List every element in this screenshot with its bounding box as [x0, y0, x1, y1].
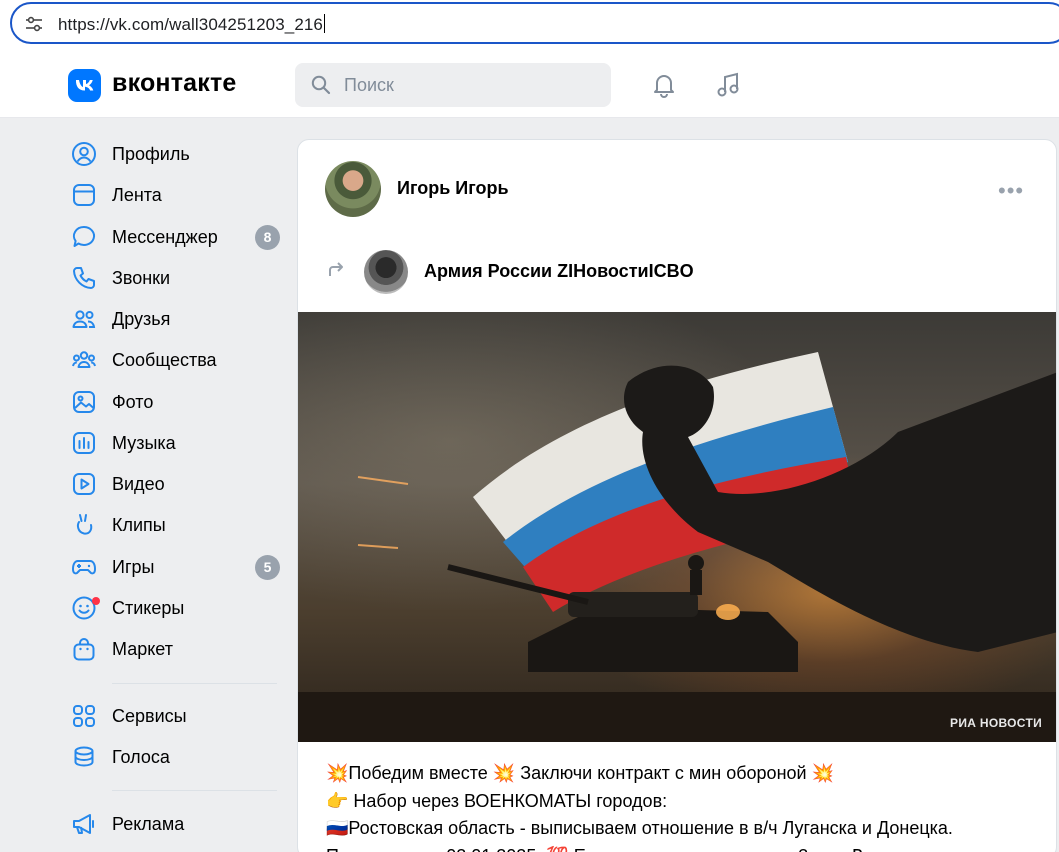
sidebar-item-label: Маркет: [112, 638, 173, 659]
sidebar-item-messenger[interactable]: Мессенджер 8: [70, 219, 285, 255]
author-avatar[interactable]: [325, 161, 381, 217]
sidebar-item-label: Игры: [112, 556, 155, 577]
notifications-bell-icon[interactable]: [649, 70, 679, 100]
repost-arrow-icon: [329, 262, 343, 276]
photo-icon: [70, 388, 98, 416]
new-indicator-dot: [92, 597, 100, 605]
brand-wordmark[interactable]: вконтакте: [112, 69, 237, 98]
search-placeholder: Поиск: [344, 75, 394, 95]
site-settings-icon[interactable]: [24, 14, 44, 34]
vk-logo-icon[interactable]: [68, 69, 101, 102]
video-play-icon: [70, 470, 98, 498]
left-sidebar: Профиль Лента Мессенджер 8 Звонки Друзья…: [0, 118, 295, 852]
sidebar-item-label: Друзья: [112, 308, 171, 329]
sidebar-item-friends[interactable]: Друзья: [70, 301, 285, 337]
repost-source-name[interactable]: Армия России ZIНовостиICBO: [424, 261, 694, 282]
music-bars-icon: [70, 429, 98, 457]
sidebar-item-video[interactable]: Видео: [70, 466, 285, 502]
post-text: 💥Победим вместе 💥 Заключи контракт с мин…: [326, 760, 953, 852]
feed-icon: [70, 181, 98, 209]
sidebar-item-communities[interactable]: Сообщества: [70, 342, 285, 378]
message-bubble-icon: [70, 223, 98, 251]
sidebar-item-label: Звонки: [112, 267, 171, 288]
profile-icon: [70, 140, 98, 168]
search-icon: [311, 75, 331, 95]
sidebar-item-label: Сообщества: [112, 349, 217, 370]
games-count-badge: 5: [255, 554, 280, 580]
sidebar-item-feed[interactable]: Лента: [70, 177, 285, 213]
sidebar-item-ads[interactable]: Реклама: [70, 806, 285, 842]
sidebar-item-label: Сервисы: [112, 705, 187, 726]
text-caret: [323, 14, 325, 33]
sidebar-item-label: Голоса: [112, 746, 170, 767]
browser-address-bar-area: https://vk.com/wall304251203_216: [0, 0, 1059, 52]
coins-stack-icon: [70, 743, 98, 771]
sidebar-item-services[interactable]: Сервисы: [70, 698, 285, 734]
post-text-line: 👉 Набор через ВОЕНКОМАТЫ городов:: [326, 790, 668, 811]
post-author-name[interactable]: Игорь Игорь: [397, 178, 509, 199]
sidebar-item-games[interactable]: Игры 5: [70, 549, 285, 585]
sidebar-item-label: Профиль: [112, 143, 190, 164]
sidebar-item-music[interactable]: Музыка: [70, 425, 285, 461]
post-text-line: 🇷🇺Ростовская область - выписываем отноше…: [326, 818, 953, 838]
sidebar-item-label: Лента: [112, 184, 162, 205]
sidebar-item-market[interactable]: Маркет: [70, 631, 285, 667]
sidebar-item-photos[interactable]: Фото: [70, 384, 285, 420]
search-input[interactable]: Поиск: [295, 63, 611, 107]
sidebar-item-profile[interactable]: Профиль: [70, 136, 285, 172]
friends-icon: [70, 305, 98, 333]
post-text-line: 💥Победим вместе 💥 Заключи контракт с мин…: [326, 763, 834, 783]
address-bar[interactable]: https://vk.com/wall304251203_216: [10, 2, 1059, 44]
sidebar-item-label: Фото: [112, 391, 154, 412]
sidebar-item-label: Клипы: [112, 514, 166, 535]
sidebar-item-label: Видео: [112, 473, 165, 494]
sidebar-item-label: Музыка: [112, 432, 176, 453]
url-text[interactable]: https://vk.com/wall304251203_216: [58, 14, 325, 35]
image-watermark: РИА НОВОСТИ: [950, 716, 1042, 730]
unread-count-badge: 8: [255, 224, 280, 250]
phone-icon: [70, 264, 98, 292]
megaphone-icon: [70, 810, 98, 838]
post-image[interactable]: РИА НОВОСТИ: [298, 312, 1056, 742]
gamepad-icon: [70, 553, 98, 581]
sidebar-item-calls[interactable]: Звонки: [70, 260, 285, 296]
more-options-icon[interactable]: •••: [998, 178, 1024, 204]
clips-hand-icon: [70, 511, 98, 539]
site-header: вконтакте Поиск: [0, 52, 1059, 118]
music-note-icon[interactable]: [714, 70, 744, 100]
post-image-illustration: [298, 352, 1056, 742]
post-text-line: Продолжение 02.01.2025. 💯 Единовременная…: [326, 843, 953, 852]
communities-icon: [70, 346, 98, 374]
sidebar-item-votes[interactable]: Голоса: [70, 739, 285, 775]
wall-post: Игорь Игорь ••• Армия России ZIНовостиIC…: [297, 139, 1057, 852]
sidebar-item-label: Стикеры: [112, 597, 185, 618]
sidebar-item-label: Мессенджер: [112, 226, 218, 247]
sidebar-item-stickers[interactable]: Стикеры: [70, 590, 285, 626]
shopping-bag-icon: [70, 635, 98, 663]
services-grid-icon: [70, 702, 98, 730]
smile-icon: [70, 594, 100, 622]
sidebar-divider: [112, 790, 277, 791]
sidebar-item-label: Реклама: [112, 813, 185, 834]
sidebar-item-clips[interactable]: Клипы: [70, 507, 285, 543]
sidebar-divider: [112, 683, 277, 684]
source-community-avatar[interactable]: [364, 250, 408, 294]
